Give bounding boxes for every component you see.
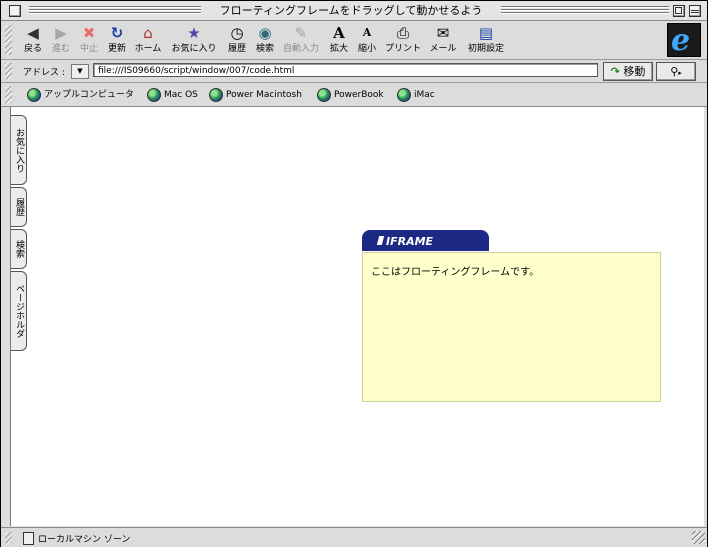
address-label: アドレス : xyxy=(23,68,65,78)
window-title: フローティングフレームをドラッグして動かせるよう xyxy=(205,4,497,17)
mail-button[interactable]: ✉ メール xyxy=(427,24,459,58)
window-resize-handle[interactable] xyxy=(692,531,705,544)
favorites-bar-grip[interactable] xyxy=(5,86,12,103)
favorite-link-powerbook[interactable]: PowerBook xyxy=(317,87,384,103)
mail-icon: ✉ xyxy=(436,24,450,42)
side-tab-page-holder[interactable]: ページホルダ xyxy=(11,271,27,351)
iframe-content-text: ここはフローティングフレームです。 xyxy=(371,267,540,278)
go-arrow-icon: ↷ xyxy=(610,65,620,78)
forward-arrow-icon: ▶ xyxy=(55,24,67,42)
status-bar: ローカルマシン ゾーン xyxy=(1,527,707,547)
favorites-bar: アップルコンピュータ Mac OS Power Macintosh PowerB… xyxy=(1,83,707,107)
back-button[interactable]: ◀ 戻る xyxy=(19,24,47,58)
address-bar-grip[interactable] xyxy=(5,63,12,79)
floating-iframe[interactable]: ここはフローティングフレームです。 xyxy=(362,252,661,402)
chevron-right-icon: ▸ xyxy=(678,69,682,77)
autofill-icon: ✎ xyxy=(294,24,308,42)
globe-icon xyxy=(27,87,41,102)
zoom-box[interactable] xyxy=(673,5,685,17)
button-toolbar: ◀ 戻る ▶ 進む ✖ 中止 ↻ 更新 ⌂ ホーム ★ お気に入り ◷ 履歴 ◉ xyxy=(1,21,707,60)
toolbar-grip[interactable] xyxy=(5,25,12,55)
favorite-link-imac[interactable]: iMac xyxy=(397,87,435,103)
globe-icon xyxy=(397,87,411,102)
explorer-side-tabs: お気に入り 履歴 検索 ページホルダ xyxy=(1,107,29,357)
text-smaller-button[interactable]: A 縮小 xyxy=(353,24,381,58)
iframe-tab-mark xyxy=(376,236,385,245)
refresh-icon: ↻ xyxy=(110,24,124,42)
address-bar: アドレス : ▼ file:///IS09660/script/window/0… xyxy=(1,60,707,83)
search-button[interactable]: ◉ 検索 xyxy=(251,24,279,58)
globe-icon xyxy=(147,87,161,102)
print-icon: ⎙ xyxy=(396,24,409,42)
print-button[interactable]: ⎙ プリント xyxy=(383,24,423,58)
iframe-tab-label: IFRAME xyxy=(386,235,434,248)
preferences-button[interactable]: ▤ 初期設定 xyxy=(465,24,507,58)
go-button-label: 移動 xyxy=(623,65,646,78)
ie-logo-letter: e xyxy=(671,23,691,58)
iframe-drag-tab[interactable]: IFRAME xyxy=(362,230,489,251)
title-bar[interactable]: フローティングフレームをドラッグして動かせるよう xyxy=(1,1,707,21)
globe-icon xyxy=(317,87,331,102)
status-bar-grip xyxy=(5,532,12,543)
home-icon: ⌂ xyxy=(143,24,153,42)
history-button[interactable]: ◷ 履歴 xyxy=(223,24,251,58)
favorites-button[interactable]: ★ お気に入り xyxy=(169,24,219,58)
autofill-button[interactable]: ✎ 自動入力 xyxy=(281,24,321,58)
refresh-button[interactable]: ↻ 更新 xyxy=(103,24,131,58)
browser-window: フローティングフレームをドラッグして動かせるよう ◀ 戻る ▶ 進む ✖ 中止 … xyxy=(0,0,708,547)
stop-icon: ✖ xyxy=(82,24,96,42)
home-button[interactable]: ⌂ ホーム xyxy=(131,24,165,58)
go-button[interactable]: ↷ 移動 xyxy=(603,62,653,81)
address-history-dropdown[interactable]: ▼ xyxy=(71,64,89,79)
side-tab-history[interactable]: 履歴 xyxy=(11,187,27,227)
text-larger-button[interactable]: A 拡大 xyxy=(325,24,353,58)
preferences-icon: ▤ xyxy=(478,24,494,42)
status-zone-text: ローカルマシン ゾーン xyxy=(38,535,131,545)
text-larger-icon: A xyxy=(333,24,345,42)
search-icon: ◉ xyxy=(258,24,272,42)
side-tab-favorites[interactable]: お気に入り xyxy=(11,115,27,185)
address-input[interactable]: file:///IS09660/script/window/007/code.h… xyxy=(93,63,598,77)
stop-button[interactable]: ✖ 中止 xyxy=(75,24,103,58)
favorites-icon: ★ xyxy=(187,24,201,42)
ie-logo[interactable]: e xyxy=(667,23,701,58)
collapse-box[interactable] xyxy=(689,5,701,17)
close-box[interactable] xyxy=(9,5,21,17)
zone-icon xyxy=(23,532,34,545)
title-bar-stripes-left xyxy=(29,6,201,15)
favorite-link-power-macintosh[interactable]: Power Macintosh xyxy=(209,87,302,103)
globe-icon xyxy=(209,87,223,102)
favorite-link-apple[interactable]: アップルコンピュータ xyxy=(27,87,134,103)
address-search-button[interactable]: ⚲▸ xyxy=(656,62,696,81)
favorite-link-macos[interactable]: Mac OS xyxy=(147,87,198,103)
text-smaller-icon: A xyxy=(362,26,372,39)
title-bar-stripes-right xyxy=(501,6,669,15)
back-arrow-icon: ◀ xyxy=(27,24,39,42)
chevron-down-icon: ▼ xyxy=(77,67,83,75)
forward-button[interactable]: ▶ 進む xyxy=(47,24,75,58)
history-icon: ◷ xyxy=(230,24,244,42)
side-tab-search[interactable]: 検索 xyxy=(11,229,27,269)
